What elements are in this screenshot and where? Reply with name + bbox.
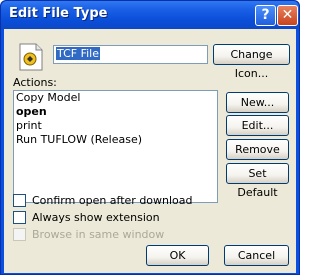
window-title: Edit File Type — [9, 6, 108, 21]
action-item-run-tuflow[interactable]: Run TUFLOW (Release) — [14, 133, 217, 147]
edit-action-button[interactable]: Edit... — [226, 115, 289, 136]
action-item-copy-model[interactable]: Copy Model — [14, 91, 217, 105]
always-show-extension-checkbox[interactable] — [13, 211, 26, 224]
title-bar[interactable]: Edit File Type ? ✕ — [1, 1, 299, 29]
set-default-label: Set Default — [237, 167, 278, 199]
close-button[interactable]: ✕ — [277, 5, 298, 26]
browse-same-window-checkbox — [13, 228, 26, 241]
always-show-extension-label: Always show extension — [32, 211, 160, 224]
help-icon: ? — [261, 7, 270, 23]
file-type-icon — [19, 43, 43, 71]
new-action-label: New... — [240, 96, 275, 109]
close-icon: ✕ — [281, 7, 294, 23]
help-button[interactable]: ? — [255, 5, 276, 26]
file-type-name-value: TCF File — [56, 47, 100, 60]
browse-same-window-label: Browse in same window — [32, 228, 165, 241]
actions-list[interactable]: Copy Model open print Run TUFLOW (Releas… — [13, 90, 218, 203]
dialog-body: TCF File Change Icon... Actions: Copy Mo… — [4, 29, 296, 273]
new-action-button[interactable]: New... — [226, 92, 289, 113]
cancel-label: Cancel — [237, 249, 276, 262]
ok-label: OK — [169, 249, 186, 262]
action-item-open[interactable]: open — [14, 105, 217, 119]
cancel-button[interactable]: Cancel — [224, 245, 289, 266]
set-default-button[interactable]: Set Default — [226, 163, 289, 199]
ok-button[interactable]: OK — [146, 245, 209, 266]
confirm-open-checkbox[interactable] — [13, 194, 26, 207]
edit-action-label: Edit... — [241, 119, 274, 132]
remove-action-button[interactable]: Remove — [226, 139, 289, 160]
confirm-open-label: Confirm open after download — [32, 194, 193, 207]
file-type-name-input[interactable]: TCF File — [53, 45, 208, 64]
edit-file-type-dialog: Edit File Type ? ✕ TCF File Change Icon.… — [0, 0, 300, 275]
change-icon-button[interactable]: Change Icon... — [213, 44, 290, 80]
action-item-print[interactable]: print — [14, 119, 217, 133]
change-icon-label: Change Icon... — [230, 48, 273, 80]
actions-label: Actions: — [13, 76, 57, 89]
remove-action-label: Remove — [235, 143, 280, 156]
